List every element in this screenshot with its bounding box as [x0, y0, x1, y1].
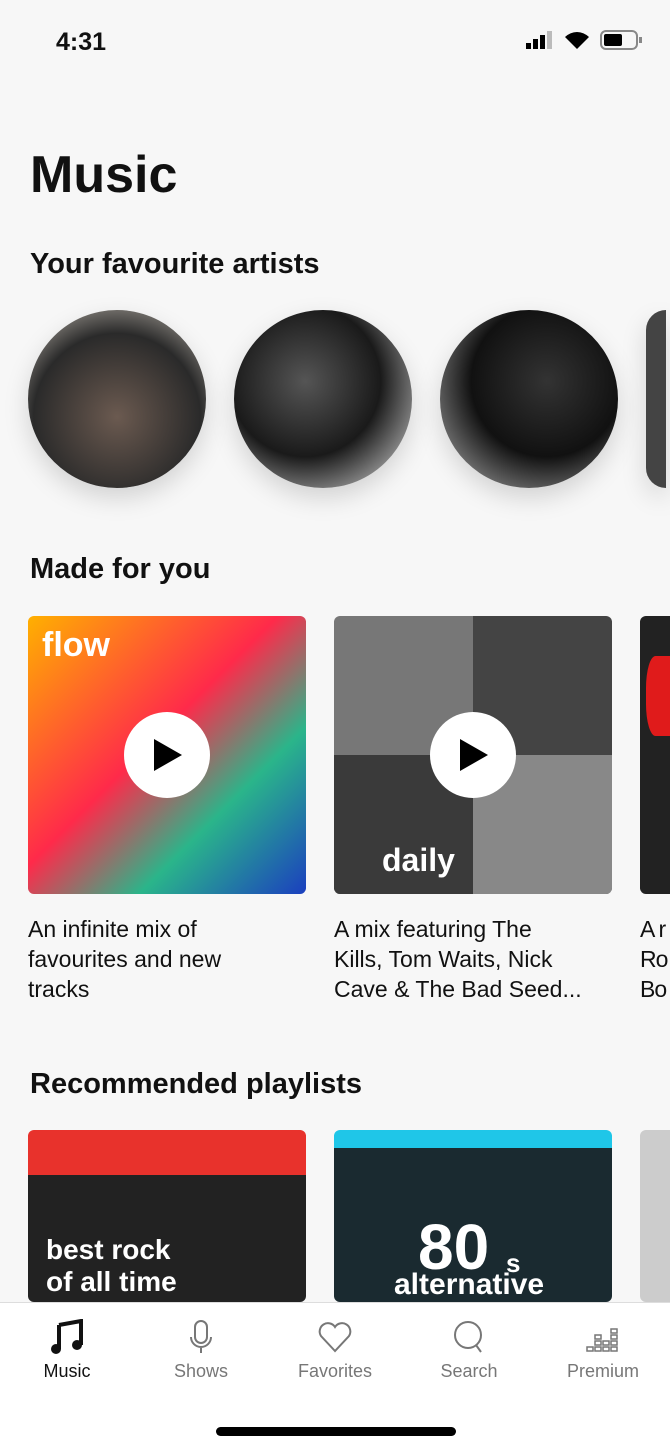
play-button[interactable]: [124, 712, 210, 798]
tab-label: Music: [43, 1361, 91, 1381]
card-description: An infinite mix of favourites and new tr…: [28, 916, 222, 1002]
play-button[interactable]: [430, 712, 516, 798]
heart-icon: [318, 1322, 352, 1353]
tab-label: Search: [440, 1361, 498, 1381]
artist-avatar[interactable]: [440, 310, 618, 488]
microphone-icon: [190, 1320, 212, 1353]
playlist-card[interactable]: best rock of all time: [28, 1130, 306, 1302]
wifi-icon: [565, 32, 589, 49]
daily-label: daily: [382, 842, 455, 878]
tab-premium[interactable]: Premium: [536, 1319, 670, 1382]
artist-avatar[interactable]: [646, 310, 666, 488]
tab-label: Premium: [566, 1361, 639, 1381]
section-favourite-artists: Your favourite artists: [30, 248, 320, 280]
card-description: A r Ro Bo: [640, 916, 668, 1002]
playlist-label: best rock of all time: [46, 1234, 177, 1297]
flow-card[interactable]: flow An infinite mix of favourites and n…: [28, 616, 306, 1004]
page-title: Music: [30, 146, 178, 204]
playlist-card[interactable]: 80 s alternative: [334, 1130, 612, 1302]
clock: 4:31: [56, 28, 107, 56]
equalizer-icon: [586, 1328, 618, 1352]
playlist-label-sub: alternative: [394, 1268, 545, 1301]
tab-shows[interactable]: Shows: [134, 1319, 268, 1382]
tab-label: Favorites: [297, 1361, 373, 1381]
status-bar: 4:31: [0, 0, 670, 80]
card-description: A mix featuring The Kills, Tom Waits, Ni…: [334, 916, 582, 1002]
tab-favorites[interactable]: Favorites: [268, 1319, 402, 1382]
battery-icon: [600, 30, 642, 50]
search-icon: [454, 1321, 482, 1353]
music-note-icon: [51, 1319, 83, 1354]
signal-icon: [526, 31, 552, 49]
play-icon: [154, 739, 182, 771]
flow-label: flow: [42, 626, 110, 664]
mix-card[interactable]: A r Ro Bo: [640, 616, 670, 1004]
daily-card[interactable]: daily A mix featuring The Kills, Tom Wai…: [334, 616, 612, 1004]
play-icon: [460, 739, 488, 771]
artist-avatar[interactable]: [28, 310, 206, 488]
tab-search[interactable]: Search: [402, 1319, 536, 1382]
section-recommended-playlists: Recommended playlists: [30, 1068, 362, 1100]
section-made-for-you: Made for you: [30, 553, 211, 585]
home-indicator[interactable]: [216, 1427, 456, 1436]
artist-avatar[interactable]: [234, 310, 412, 488]
tab-music[interactable]: Music: [0, 1319, 134, 1382]
tab-label: Shows: [173, 1361, 229, 1381]
playlist-card[interactable]: [640, 1130, 670, 1302]
